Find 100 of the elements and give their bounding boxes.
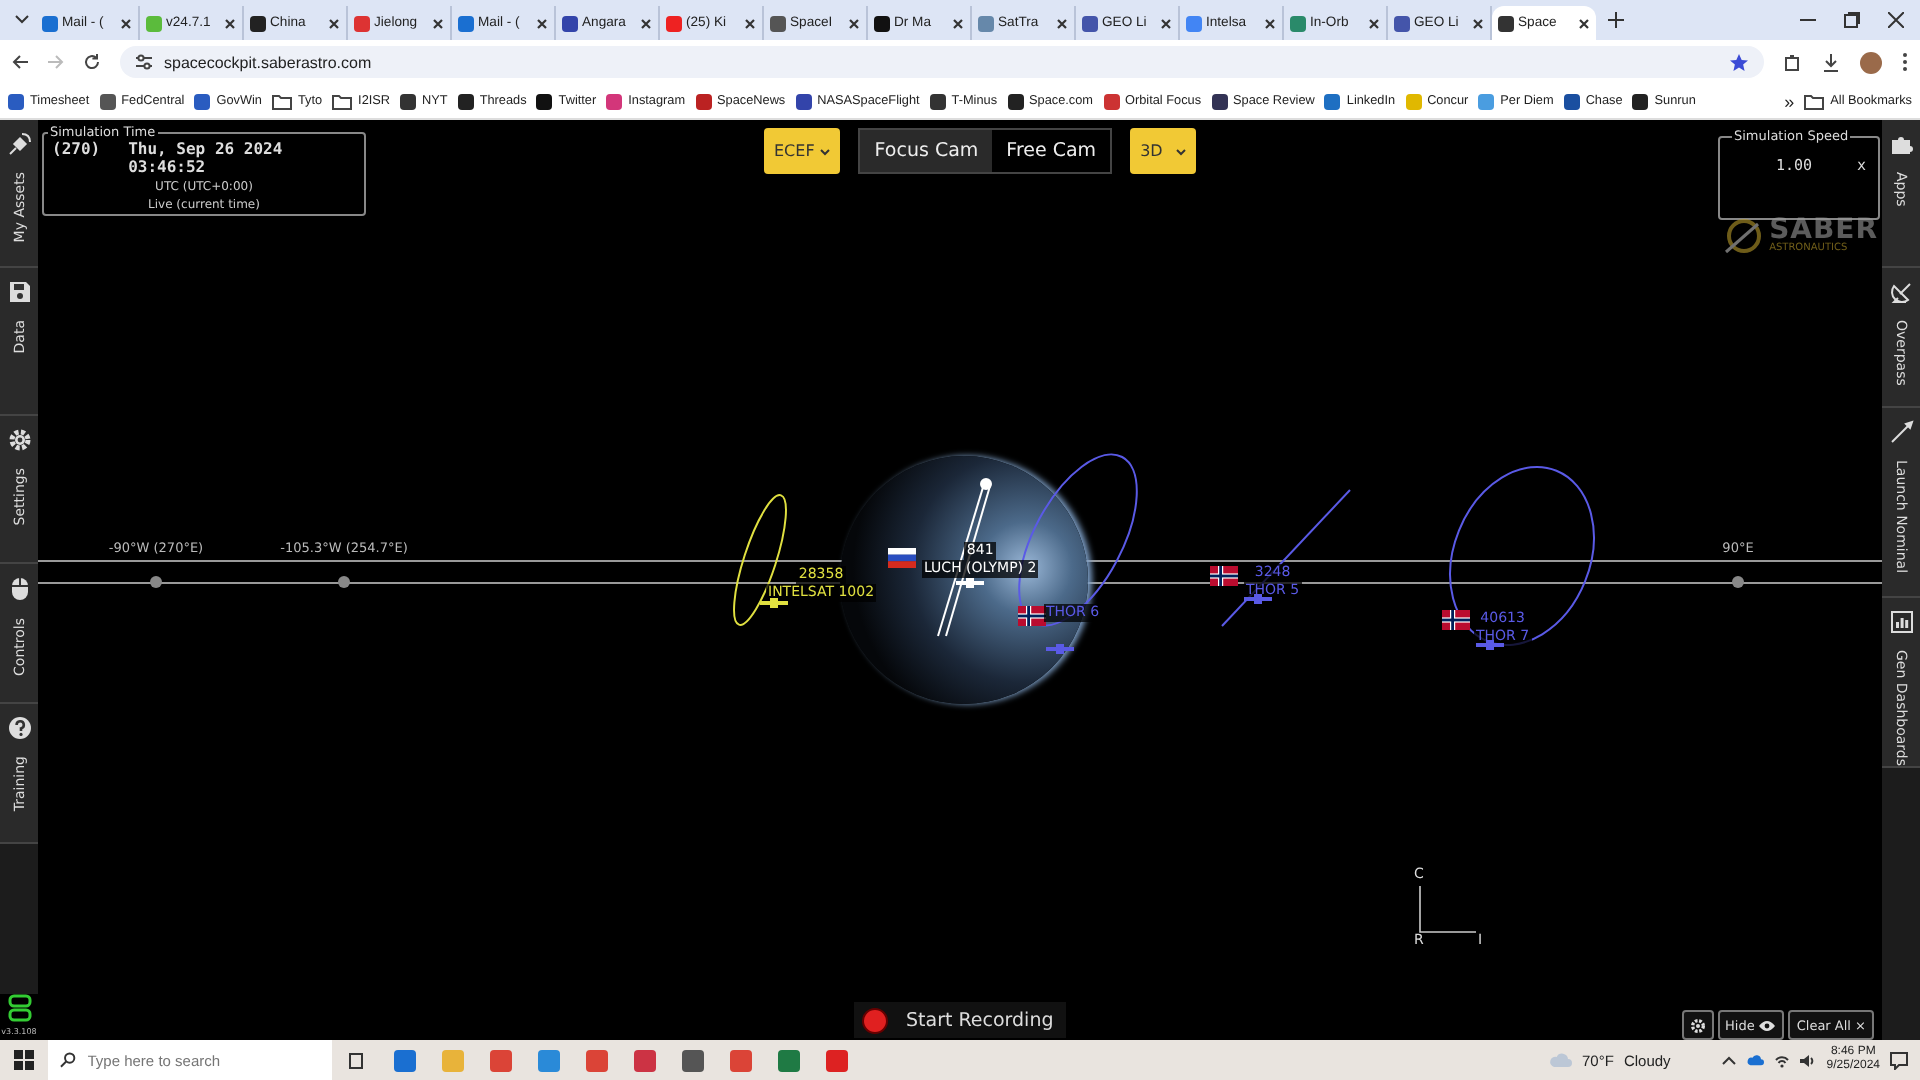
day-of-year: (270) xyxy=(52,140,101,162)
download-icon[interactable] xyxy=(1822,53,1840,71)
site-icon xyxy=(1082,15,1098,31)
rocket-icon xyxy=(1889,420,1913,444)
close-icon[interactable] xyxy=(952,17,964,29)
longitude-marker xyxy=(1732,576,1744,588)
save-icon xyxy=(7,280,31,304)
site-icon xyxy=(8,93,24,109)
satellite-marker-icon[interactable] xyxy=(760,598,788,608)
close-icon[interactable] xyxy=(432,17,444,29)
start-recording-button[interactable]: Start Recording xyxy=(854,1002,1066,1038)
close-icon[interactable] xyxy=(224,17,236,29)
app-status-icon xyxy=(7,994,31,1022)
extensions-icon[interactable] xyxy=(1784,53,1802,71)
satellite-marker-icon[interactable] xyxy=(1046,644,1074,654)
view-dropdown[interactable]: 3D xyxy=(1130,128,1197,174)
satellite-marker-icon[interactable] xyxy=(1244,594,1272,604)
search-icon xyxy=(60,1052,76,1068)
site-icon xyxy=(1498,15,1514,31)
site-icon xyxy=(1211,93,1228,109)
close-icon[interactable] xyxy=(1888,12,1904,28)
close-icon[interactable] xyxy=(1160,17,1172,29)
logo-text: SABER xyxy=(1769,216,1878,244)
settings-icon xyxy=(1689,1017,1706,1033)
site-icon xyxy=(1563,93,1580,109)
site-icon xyxy=(606,93,623,109)
speaker-icon[interactable] xyxy=(1800,1053,1817,1067)
folder-icon xyxy=(1804,93,1825,109)
cloud-icon xyxy=(1548,1052,1572,1068)
bar-chart-icon xyxy=(1889,610,1913,634)
site-icon xyxy=(929,93,946,109)
profile-avatar[interactable] xyxy=(1860,51,1882,73)
close-icon[interactable] xyxy=(848,17,860,29)
longitude-marker xyxy=(338,576,350,588)
site-icon xyxy=(1405,93,1422,109)
close-icon[interactable] xyxy=(1472,17,1484,29)
close-icon[interactable] xyxy=(536,17,548,29)
close-icon[interactable] xyxy=(1264,17,1276,29)
site-icon xyxy=(666,15,682,31)
back-icon[interactable] xyxy=(12,54,28,70)
chevron-up-icon[interactable] xyxy=(1722,1055,1737,1065)
wifi-icon[interactable] xyxy=(1774,1053,1791,1067)
site-icon xyxy=(978,15,994,31)
chevron-down-icon xyxy=(1176,147,1187,155)
site-icon xyxy=(874,15,890,31)
site-icon xyxy=(795,93,812,109)
satellite-icon xyxy=(7,132,31,156)
close-icon[interactable] xyxy=(744,17,756,29)
url-text[interactable]: spacecockpit.saberastro.com xyxy=(164,53,372,71)
reload-icon[interactable] xyxy=(84,54,100,70)
windows-start-icon[interactable] xyxy=(14,1050,34,1070)
site-icon xyxy=(457,93,474,109)
site-icon xyxy=(1324,93,1341,109)
site-icon xyxy=(536,93,553,109)
site-icon xyxy=(1007,93,1024,109)
folder-icon xyxy=(271,93,292,109)
site-icon xyxy=(194,93,211,109)
site-icon xyxy=(146,15,162,31)
site-icon xyxy=(1394,15,1410,31)
new-tab-icon[interactable] xyxy=(1608,12,1624,28)
site-settings-icon[interactable] xyxy=(136,54,152,70)
close-icon[interactable] xyxy=(640,17,652,29)
restore-icon[interactable] xyxy=(1844,12,1860,28)
bookmark-star-icon[interactable] xyxy=(1730,53,1748,71)
chevron-down-icon xyxy=(820,147,831,155)
site-icon xyxy=(400,93,417,109)
site-icon xyxy=(250,15,266,31)
norway-flag-icon xyxy=(1018,606,1046,626)
camera-toggle[interactable]: Focus Cam xyxy=(860,130,993,172)
address-bar[interactable]: spacecockpit.saberastro.com xyxy=(120,46,1764,78)
satellite-dish-icon xyxy=(1889,280,1913,304)
menu-icon[interactable] xyxy=(1902,52,1908,72)
satellite-marker-icon[interactable] xyxy=(956,578,984,588)
close-icon[interactable] xyxy=(1056,17,1068,29)
settings-icon xyxy=(7,428,31,452)
puzzle-icon xyxy=(1889,132,1913,156)
settings-button[interactable] xyxy=(1681,1010,1714,1040)
site-icon xyxy=(1290,15,1306,31)
forward-icon xyxy=(48,54,64,70)
site-icon xyxy=(99,93,116,109)
notification-icon[interactable] xyxy=(1890,1051,1908,1069)
record-icon xyxy=(862,1007,888,1033)
cloud-icon[interactable] xyxy=(1746,1054,1765,1066)
site-icon xyxy=(770,15,786,31)
close-icon[interactable] xyxy=(120,17,132,29)
saber-logo-icon xyxy=(1721,217,1766,253)
close-icon[interactable] xyxy=(328,17,340,29)
close-icon[interactable] xyxy=(1578,17,1590,29)
folder-icon xyxy=(332,93,353,109)
frame-dropdown[interactable]: ECEF xyxy=(764,128,841,174)
site-icon xyxy=(1478,93,1495,109)
norway-flag-icon xyxy=(1442,610,1470,630)
longitude-marker xyxy=(150,576,162,588)
russia-flag-icon xyxy=(888,548,916,568)
close-icon[interactable] xyxy=(1368,17,1380,29)
norway-flag-icon xyxy=(1210,566,1238,586)
site-icon xyxy=(695,93,712,109)
more-bookmarks-button[interactable]: » xyxy=(1784,91,1795,111)
eye-icon xyxy=(1758,1019,1777,1031)
site-icon xyxy=(42,15,58,31)
